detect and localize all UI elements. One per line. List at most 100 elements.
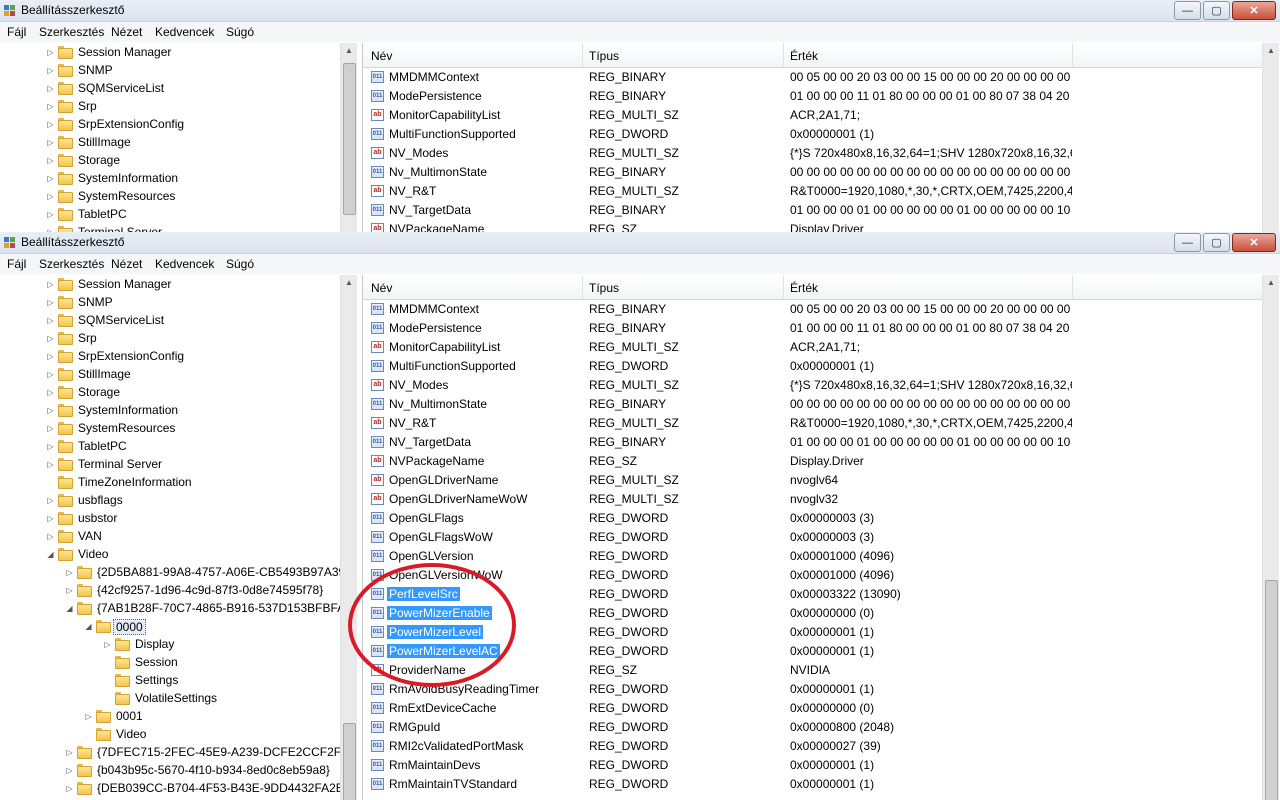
- tree-item[interactable]: TimeZoneInformation: [0, 474, 340, 492]
- table-row[interactable]: 011 OpenGLVersionWoW REG_DWORD 0x00001000 (…: [363, 566, 1262, 585]
- tree-item[interactable]: ▷ SrpExtensionConfig: [0, 116, 340, 134]
- tree-item[interactable]: ▷ SQMServiceList: [0, 312, 340, 330]
- tree-item[interactable]: ▷ Storage: [0, 152, 340, 170]
- column-type[interactable]: Típus: [589, 281, 619, 295]
- scroll-up-arrow-icon[interactable]: ▲: [341, 275, 357, 291]
- expander-icon[interactable]: ▷: [46, 120, 55, 129]
- tree-item[interactable]: ▷ SNMP: [0, 62, 340, 80]
- tree-item[interactable]: ▷ Display: [0, 636, 340, 654]
- expander-icon[interactable]: ▷: [46, 84, 55, 93]
- table-row[interactable]: ab NVPackageName REG_SZ Display.Driver: [363, 452, 1262, 471]
- table-row[interactable]: ab NVPackageName REG_SZ Display.Driver: [363, 220, 1262, 232]
- menu-favorites[interactable]: Kedvencek: [155, 25, 214, 39]
- expander-icon[interactable]: ▷: [46, 102, 55, 111]
- tree-item[interactable]: ▷ SQMServiceList: [0, 80, 340, 98]
- expander-icon[interactable]: ▷: [65, 568, 74, 577]
- table-row[interactable]: ab NV_Modes REG_MULTI_SZ {*}S 720x480x8,16,…: [363, 376, 1262, 395]
- column-value[interactable]: Érték: [790, 281, 818, 295]
- tree-item[interactable]: ▷ StillImage: [0, 366, 340, 384]
- table-row[interactable]: 011 Nv_MultimonState REG_BINARY 00 00 00 00…: [363, 163, 1262, 182]
- scrollbar-thumb[interactable]: [343, 723, 356, 800]
- tree-item[interactable]: ▷ Session Manager: [0, 44, 340, 62]
- expander-icon[interactable]: ▷: [65, 784, 74, 793]
- expander-icon[interactable]: ▷: [46, 532, 55, 541]
- expander-icon[interactable]: ▷: [65, 748, 74, 757]
- scrollbar-thumb[interactable]: [343, 63, 356, 215]
- expander-icon[interactable]: [103, 694, 112, 703]
- tree-item[interactable]: ▷ SrpExtensionConfig: [0, 348, 340, 366]
- expander-icon[interactable]: ▷: [46, 514, 55, 523]
- list-scrollbar[interactable]: ▲: [1262, 275, 1279, 800]
- table-row[interactable]: 011 MMDMMContext REG_BINARY 00 05 00 00 20 …: [363, 68, 1262, 87]
- tree-item[interactable]: ▷ StillImage: [0, 134, 340, 152]
- expander-icon[interactable]: ▷: [46, 442, 55, 451]
- table-row[interactable]: 011 RmMaintainDevs REG_DWORD 0x00000001 (1): [363, 756, 1262, 775]
- expander-icon[interactable]: ▷: [46, 406, 55, 415]
- table-row[interactable]: 011 OpenGLFlags REG_DWORD 0x00000003 (3): [363, 509, 1262, 528]
- expander-icon[interactable]: ▷: [65, 766, 74, 775]
- tree-item[interactable]: Settings: [0, 672, 340, 690]
- close-button[interactable]: ✕: [1232, 1, 1276, 20]
- tree-item[interactable]: ▷ Terminal Server: [0, 456, 340, 474]
- expander-icon[interactable]: ▷: [46, 388, 55, 397]
- table-row[interactable]: ab OpenGLDriverNameWoW REG_MULTI_SZ nvoglv3…: [363, 490, 1262, 509]
- maximize-button[interactable]: ▢: [1203, 233, 1230, 252]
- scroll-up-arrow-icon[interactable]: ▲: [1263, 43, 1279, 59]
- table-row[interactable]: 011 OpenGLFlagsWoW REG_DWORD 0x00000003 (3): [363, 528, 1262, 547]
- expander-icon[interactable]: ▷: [46, 174, 55, 183]
- tree-item[interactable]: ▷ Storage: [0, 384, 340, 402]
- tree-item[interactable]: ▷ TabletPC: [0, 438, 340, 456]
- table-row[interactable]: 011 Nv_MultimonState REG_BINARY 00 00 00 00…: [363, 395, 1262, 414]
- table-row[interactable]: 011 RMGpuId REG_DWORD 0x00000800 (2048): [363, 718, 1262, 737]
- menu-help[interactable]: Súgó: [226, 25, 254, 39]
- column-name[interactable]: Név: [371, 281, 392, 295]
- menu-edit[interactable]: Szerkesztés: [39, 257, 104, 271]
- tree-item[interactable]: ▷ {2D5BA881-99A8-4757-A06E-CB5493B97A39}: [0, 564, 349, 582]
- tree-item[interactable]: ▷ SystemInformation: [0, 170, 340, 188]
- table-row[interactable]: 011 PowerMizerLevelAC REG_DWORD 0x00000001 …: [363, 642, 1262, 661]
- scroll-up-arrow-icon[interactable]: ▲: [341, 43, 357, 59]
- menu-favorites[interactable]: Kedvencek: [155, 257, 214, 271]
- minimize-button[interactable]: —: [1174, 1, 1201, 20]
- table-row[interactable]: ab ProviderName REG_SZ NVIDIA: [363, 661, 1262, 680]
- expander-icon[interactable]: ▷: [103, 640, 112, 649]
- expander-icon[interactable]: ◢: [46, 550, 55, 559]
- expander-icon[interactable]: [103, 676, 112, 685]
- menu-file[interactable]: Fájl: [7, 25, 26, 39]
- table-row[interactable]: 011 MultiFunctionSupported REG_DWORD 0x0000…: [363, 125, 1262, 144]
- expander-icon[interactable]: ▷: [46, 138, 55, 147]
- table-row[interactable]: 011 OpenGLVersion REG_DWORD 0x00001000 (409…: [363, 547, 1262, 566]
- expander-icon[interactable]: ◢: [65, 604, 74, 613]
- expander-icon[interactable]: ▷: [46, 156, 55, 165]
- table-row[interactable]: 011 NV_TargetData REG_BINARY 01 00 00 00 01…: [363, 433, 1262, 452]
- table-row[interactable]: 011 ModePersistence REG_BINARY 01 00 00 00 …: [363, 319, 1262, 338]
- tree-item[interactable]: ▷ 0001: [0, 708, 340, 726]
- maximize-button[interactable]: ▢: [1203, 1, 1230, 20]
- expander-icon[interactable]: ▷: [46, 48, 55, 57]
- column-type[interactable]: Típus: [589, 49, 619, 63]
- table-row[interactable]: ab NV_R&T REG_MULTI_SZ R&T0000=1920,1080,*,…: [363, 182, 1262, 201]
- table-row[interactable]: 011 RmAvoidBusyReadingTimer REG_DWORD 0x000…: [363, 680, 1262, 699]
- tree-item[interactable]: ▷ SNMP: [0, 294, 340, 312]
- tree-item[interactable]: Session: [0, 654, 340, 672]
- tree-item[interactable]: ◢ {7AB1B28F-70C7-4865-B916-537D153BFBFA}: [0, 600, 349, 618]
- expander-icon[interactable]: [84, 730, 93, 739]
- tree-item[interactable]: ▷ VAN: [0, 528, 340, 546]
- table-row[interactable]: 011 RMI2cValidatedPortMask REG_DWORD 0x0000…: [363, 737, 1262, 756]
- table-row[interactable]: 011 MMDMMContext REG_BINARY 00 05 00 00 20 …: [363, 300, 1262, 319]
- tree-item[interactable]: ▷ SystemInformation: [0, 402, 340, 420]
- tree-scrollbar[interactable]: ▲: [340, 43, 357, 232]
- tree-item[interactable]: ▷ usbflags: [0, 492, 340, 510]
- expander-icon[interactable]: ▷: [46, 460, 55, 469]
- tree-scrollbar[interactable]: ▲: [340, 275, 357, 800]
- expander-icon[interactable]: ▷: [46, 496, 55, 505]
- menu-view[interactable]: Nézet: [111, 25, 142, 39]
- table-row[interactable]: ab MonitorCapabilityList REG_MULTI_SZ ACR,2…: [363, 106, 1262, 125]
- tree-item[interactable]: ▷ {42cf9257-1d96-4c9d-87f3-0d8e74595f78}: [0, 582, 340, 600]
- column-value[interactable]: Érték: [790, 49, 818, 63]
- scroll-up-arrow-icon[interactable]: ▲: [1263, 275, 1279, 291]
- tree-item[interactable]: ▷ {7DFEC715-2FEC-45E9-A239-DCFE2CCF2FDD}: [0, 744, 356, 762]
- expander-icon[interactable]: ▷: [46, 424, 55, 433]
- column-name[interactable]: Név: [371, 49, 392, 63]
- tree-item[interactable]: Video: [0, 726, 340, 744]
